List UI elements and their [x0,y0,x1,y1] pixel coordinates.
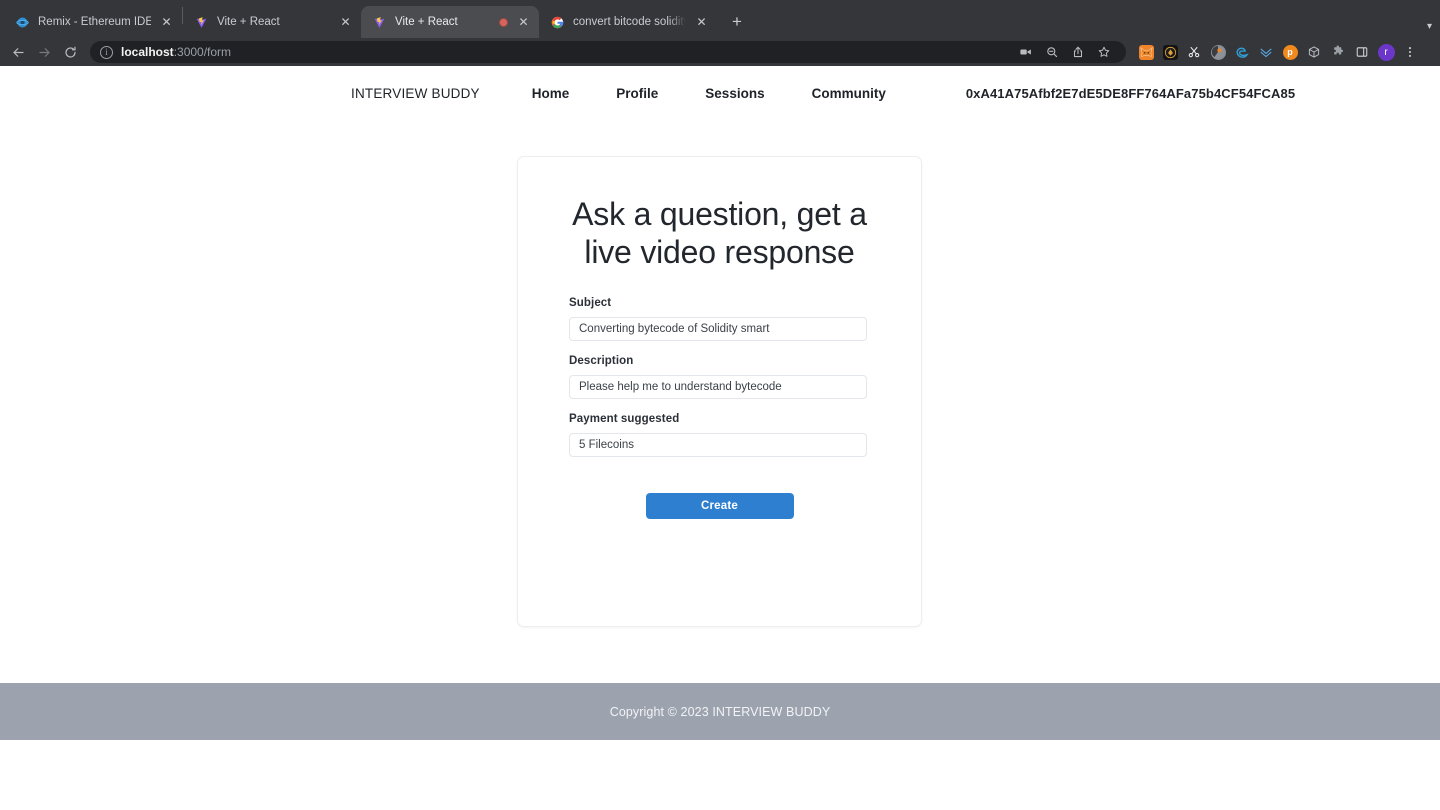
scissors-extension-icon[interactable] [1182,40,1206,64]
create-button[interactable]: Create [646,493,794,519]
extensions-row: p [1134,40,1422,64]
browser-tab-title: Remix - Ethereum IDE [38,16,151,28]
field-label: Description [569,355,870,367]
kebab-menu-icon[interactable] [1398,40,1422,64]
media-cast-icon[interactable] [1014,40,1038,64]
close-icon[interactable]: ✕ [159,15,174,30]
arrow-right-icon[interactable] [32,40,56,64]
profile-avatar-button[interactable]: r [1374,40,1398,64]
close-icon[interactable]: ✕ [694,15,709,30]
description-input[interactable]: Please help me to understand bytecode [569,375,867,399]
field-label: Payment suggested [569,413,870,425]
submit-row: Create [569,493,870,519]
dark-wallet-extension-icon[interactable] [1158,40,1182,64]
question-form-card: Ask a question, get a live video respons… [517,156,922,627]
chevron-down-icon[interactable]: ▾ [1427,21,1432,32]
address-bar[interactable]: i localhost:3000/form [90,41,1126,63]
browser-window: Remix - Ethereum IDE ✕ Vite + React ✕ Vi [0,0,1440,810]
omnibox-actions [1014,40,1116,64]
nav-item-sessions[interactable]: Sessions [705,86,764,101]
nav-item-profile[interactable]: Profile [616,86,658,101]
reload-icon[interactable] [58,40,82,64]
browser-toolbar: i localhost:3000/form [0,38,1440,66]
tabstrip-right-controls: ▾ [1427,21,1440,38]
remix-icon [15,15,30,30]
browser-tab-strip: Remix - Ethereum IDE ✕ Vite + React ✕ Vi [0,0,1440,38]
field-description: Description Please help me to understand… [569,355,870,399]
address-bar-url: localhost:3000/form [121,45,231,59]
browser-tab[interactable]: convert bitcode solidity - Goog ✕ [539,6,717,38]
puzzle-extensions-icon[interactable] [1326,40,1350,64]
search-zoom-icon[interactable] [1040,40,1064,64]
pocket-extension-icon[interactable]: p [1278,40,1302,64]
new-tab-button[interactable]: + [723,8,751,36]
site-footer: Copyright © 2023 INTERVIEW BUDDY [0,683,1440,740]
arrow-left-icon[interactable] [6,40,30,64]
bookmark-star-icon[interactable] [1092,40,1116,64]
sidebar-toggle-icon[interactable] [1350,40,1374,64]
edge-extension-icon[interactable] [1230,40,1254,64]
browser-tab-title: Vite + React [217,16,330,28]
pocket-glyph: p [1283,45,1298,60]
field-label: Subject [569,297,870,309]
puzzle-glyph [1331,45,1346,60]
google-icon [550,15,565,30]
sidebar-glyph [1355,45,1370,60]
avatar: r [1378,44,1395,61]
site-brand[interactable]: INTERVIEW BUDDY [351,86,480,101]
browser-tab[interactable]: Remix - Ethereum IDE ✕ [4,6,182,38]
info-circle-icon[interactable]: i [100,46,113,59]
copyright-text: Copyright © 2023 INTERVIEW BUDDY [610,705,831,719]
browser-tab-title: Vite + React [395,16,491,28]
wallet-address[interactable]: 0xA41A75Afbf2E7dE5DE8FF764AFa75b4CF54FCA… [966,86,1295,101]
vite-icon [194,15,209,30]
nav-item-community[interactable]: Community [812,86,886,101]
page-title: Ask a question, get a live video respons… [559,195,880,271]
page-viewport: INTERVIEW BUDDY Home Profile Sessions Co… [0,66,1440,810]
browser-tab[interactable]: Vite + React ✕ [183,6,361,38]
cube-glyph [1307,45,1322,60]
vector-glyph [1259,45,1274,60]
vite-icon [372,15,387,30]
field-payment-suggested: Payment suggested 5 Filecoins [569,413,870,457]
tab-recording-indicator-icon[interactable] [499,18,508,27]
url-host: localhost [121,45,174,59]
share-icon[interactable] [1066,40,1090,64]
vector-extension-icon[interactable] [1254,40,1278,64]
nav-item-home[interactable]: Home [532,86,570,101]
brave-extension-icon[interactable] [1206,40,1230,64]
browser-tab-active[interactable]: Vite + React ✕ [361,6,539,38]
scissors-glyph [1187,45,1202,60]
close-icon[interactable]: ✕ [338,15,353,30]
payment-input[interactable]: 5 Filecoins [569,433,867,457]
brave-glyph [1211,45,1226,60]
metamask-glyph [1139,45,1154,60]
browser-tab-title: convert bitcode solidity - Goog [573,16,686,28]
cube-extension-icon[interactable] [1302,40,1326,64]
site-nav-links: Home Profile Sessions Community [532,86,886,101]
site-navbar: INTERVIEW BUDDY Home Profile Sessions Co… [0,66,1440,121]
dark-wallet-glyph [1163,45,1178,60]
url-path: :3000/form [174,45,231,59]
field-subject: Subject Converting bytecode of Solidity … [569,297,870,341]
metamask-extension-icon[interactable] [1134,40,1158,64]
edge-glyph [1235,45,1250,60]
close-icon[interactable]: ✕ [516,15,531,30]
subject-input[interactable]: Converting bytecode of Solidity smart [569,317,867,341]
